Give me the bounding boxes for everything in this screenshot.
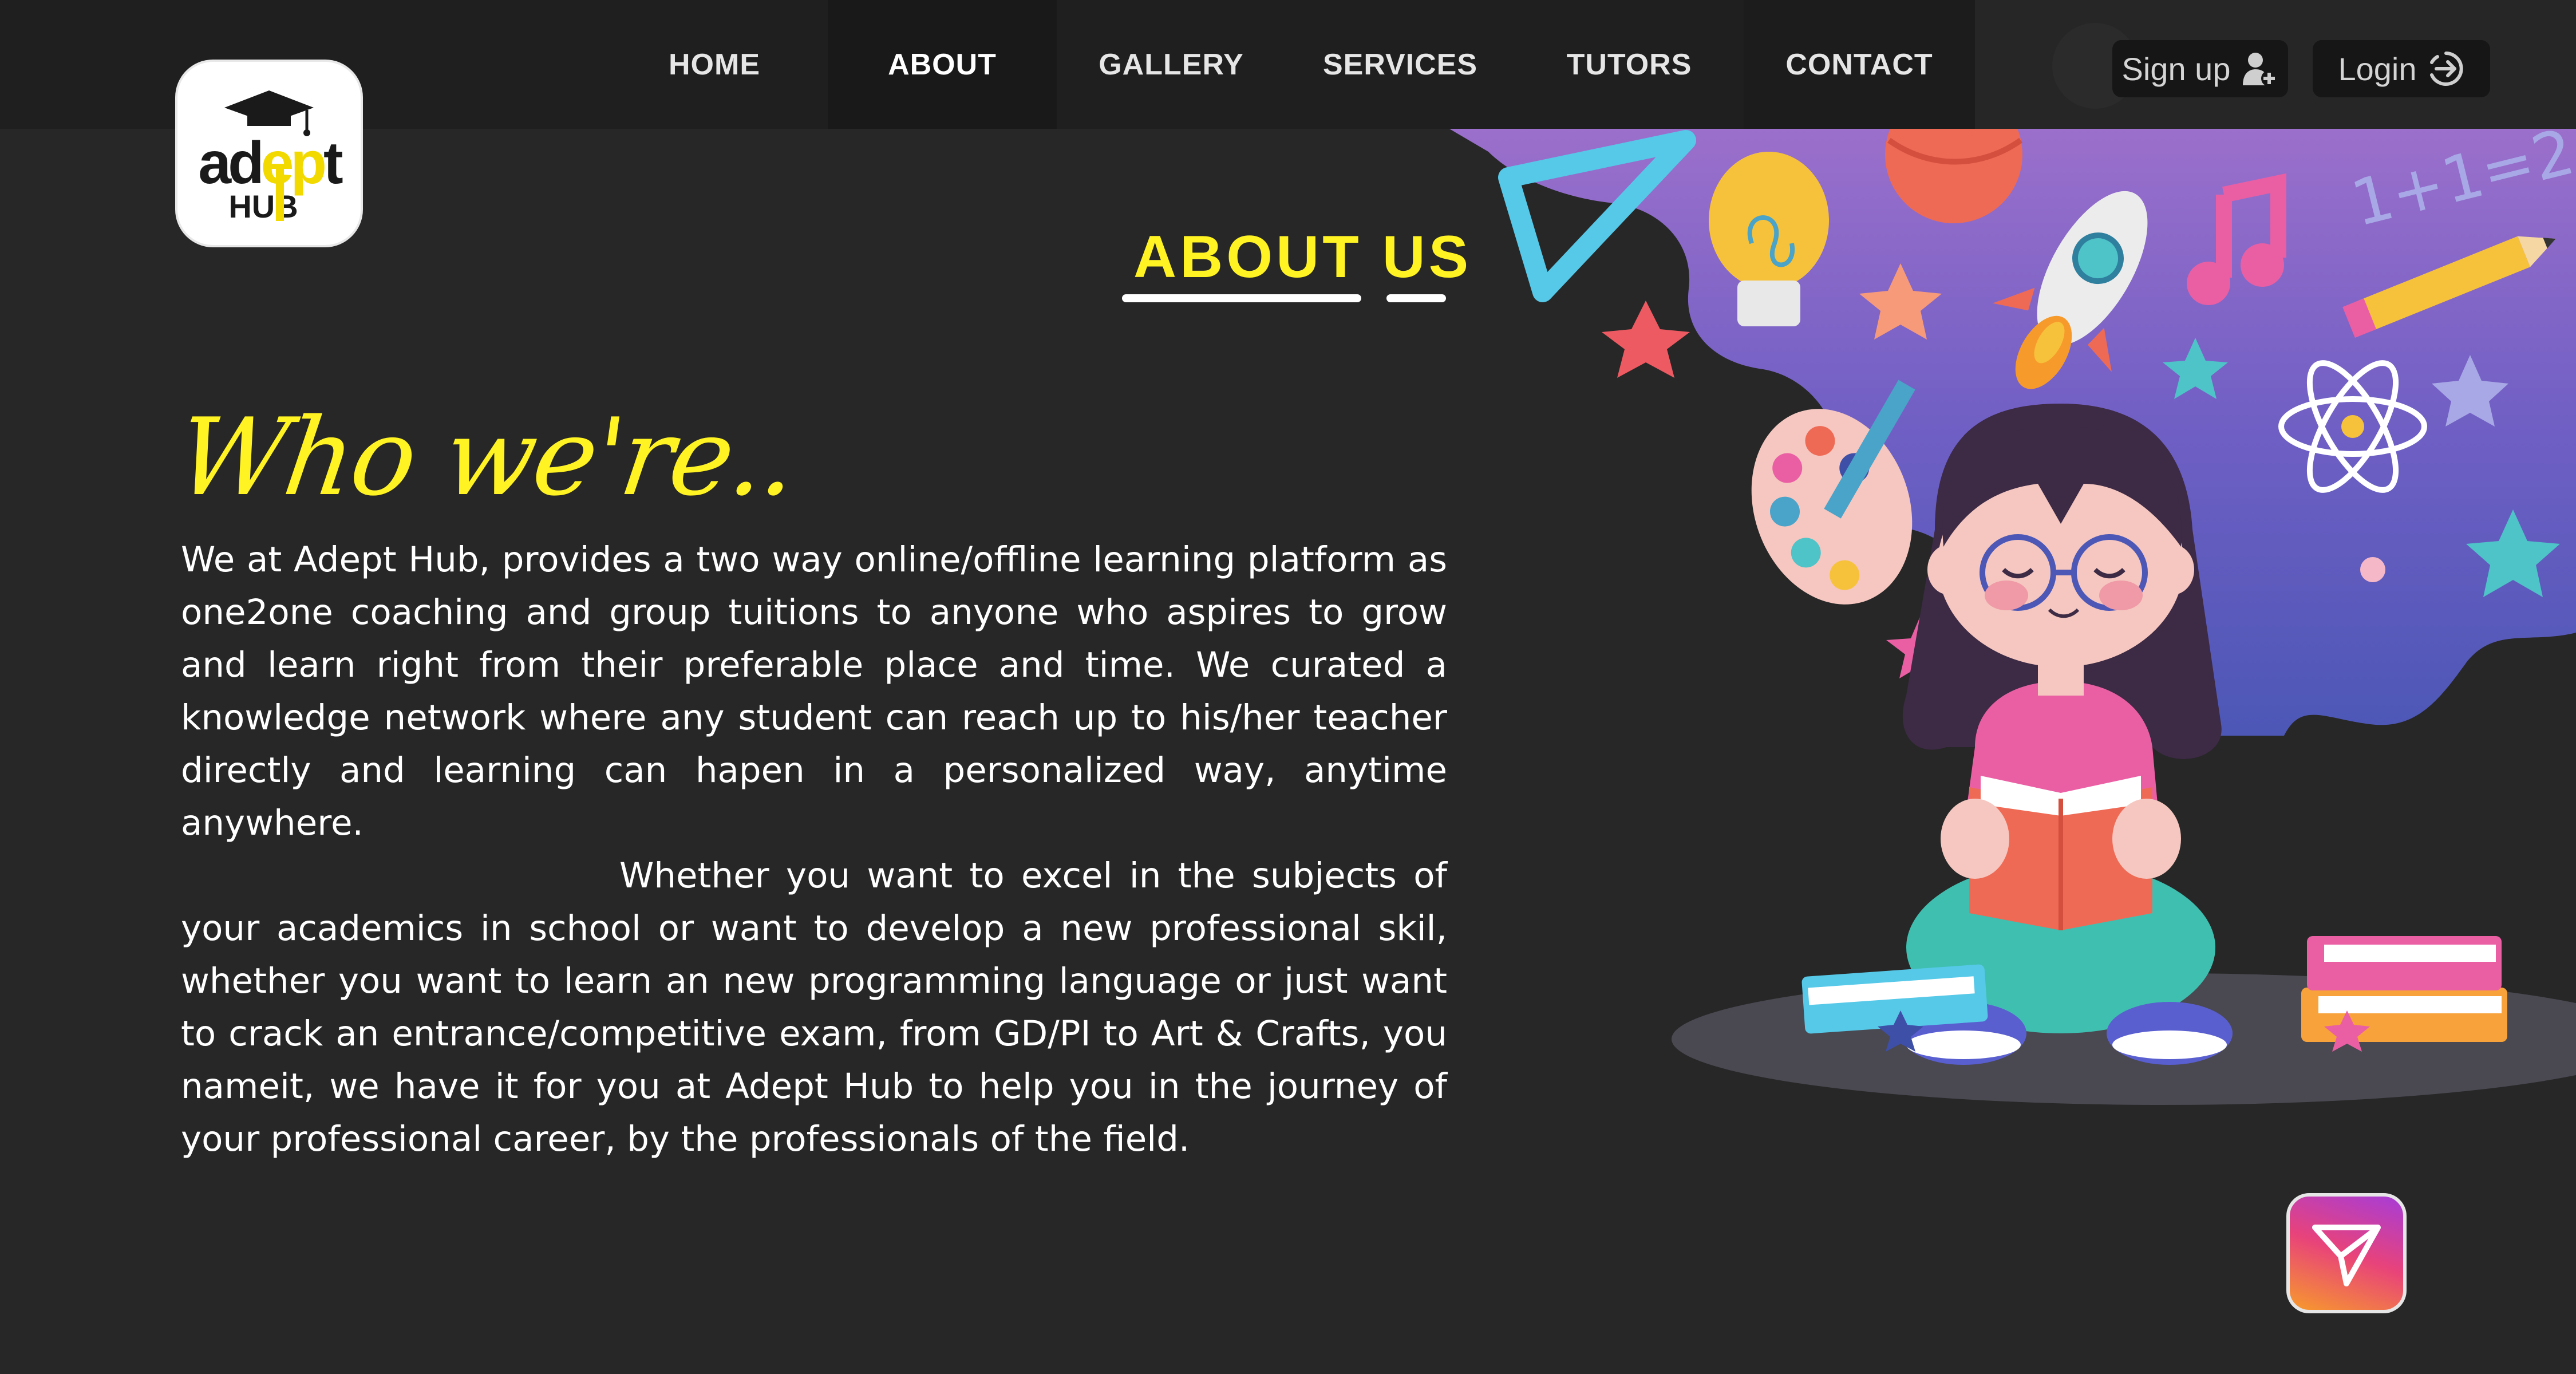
heading-underline bbox=[1122, 294, 1361, 302]
nav-item-tutors[interactable]: TUTORS bbox=[1515, 0, 1744, 129]
send-icon bbox=[2312, 1225, 2381, 1286]
nav-item-gallery[interactable]: GALLERY bbox=[1057, 0, 1286, 129]
nav-item-services[interactable]: SERVICES bbox=[1286, 0, 1515, 129]
nav-item-contact[interactable]: CONTACT bbox=[1744, 0, 1975, 129]
about-body: We at Adept Hub, provides a two way onli… bbox=[181, 534, 1447, 1166]
login-button[interactable]: Login bbox=[2313, 40, 2490, 97]
login-arrow-icon bbox=[2429, 52, 2463, 86]
about-paragraph-2: Whether you want to excel in the subject… bbox=[181, 855, 1447, 1159]
main-nav: HOME ABOUT GALLERY SERVICES TUTORS CONTA… bbox=[601, 0, 1975, 129]
svg-text:HUB: HUB bbox=[228, 188, 298, 224]
heading-underline-short bbox=[1386, 294, 1446, 302]
nav-item-home[interactable]: HOME bbox=[601, 0, 828, 129]
about-us-heading: ABOUT US bbox=[1133, 224, 1472, 290]
about-paragraph-1: We at Adept Hub, provides a two way onli… bbox=[181, 539, 1447, 843]
login-label: Login bbox=[2338, 50, 2417, 87]
girl-reading-book-illustration: 1+1=2 bbox=[1443, 86, 2576, 1114]
adept-hub-logo: adept HUB bbox=[198, 90, 346, 224]
svg-text:adept: adept bbox=[198, 130, 343, 196]
send-message-button[interactable] bbox=[2286, 1193, 2407, 1313]
signup-button[interactable]: Sign up bbox=[2112, 40, 2288, 97]
nav-item-about[interactable]: ABOUT bbox=[828, 0, 1057, 129]
site-logo[interactable]: adept HUB bbox=[177, 62, 361, 245]
signup-label: Sign up bbox=[2121, 50, 2231, 87]
who-we-are-heading: Who we're.. bbox=[169, 395, 803, 519]
add-user-icon bbox=[2243, 53, 2278, 86]
